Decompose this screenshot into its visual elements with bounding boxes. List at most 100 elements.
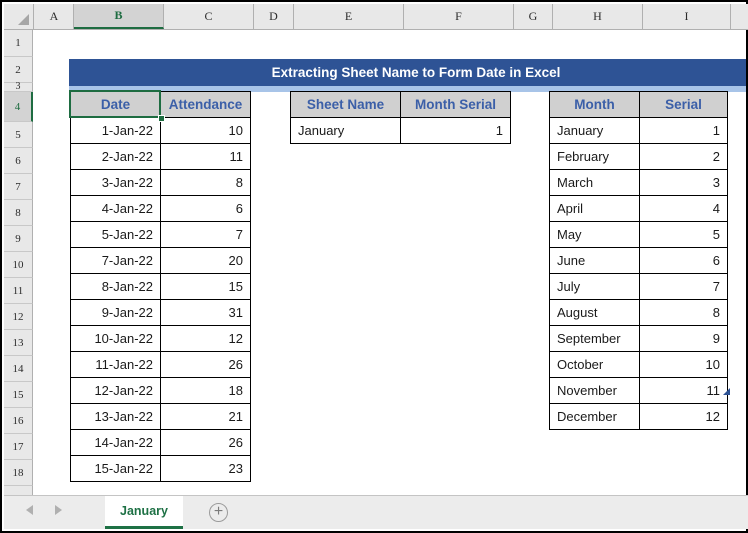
- row-header-11[interactable]: 11: [4, 278, 33, 304]
- row-header-2[interactable]: 2: [4, 57, 33, 83]
- column-header-c[interactable]: C: [164, 4, 254, 29]
- cell-attendance[interactable]: 18: [160, 377, 251, 404]
- header-sheet-name[interactable]: Sheet Name: [290, 91, 401, 118]
- table-row[interactable]: June 6: [549, 247, 728, 274]
- months-lookup-table[interactable]: Month Serial January 1 February 2 March 3 A…: [549, 91, 728, 430]
- column-header-j-partial[interactable]: [731, 4, 748, 29]
- row-header-8[interactable]: 8: [4, 200, 33, 226]
- cell-month[interactable]: November: [549, 377, 640, 404]
- header-month-serial[interactable]: Month Serial: [400, 91, 511, 118]
- header-month[interactable]: Month: [549, 91, 640, 118]
- cell-month[interactable]: September: [549, 325, 640, 352]
- triangle-left-icon[interactable]: [26, 505, 33, 515]
- fill-handle[interactable]: [158, 115, 165, 122]
- cell-date[interactable]: 8-Jan-22: [70, 273, 161, 300]
- cell-month[interactable]: June: [549, 247, 640, 274]
- table-row[interactable]: September 9: [549, 325, 728, 352]
- cell-date[interactable]: 3-Jan-22: [70, 169, 161, 196]
- cell-date[interactable]: 4-Jan-22: [70, 195, 161, 222]
- sheet-tab-january[interactable]: January: [105, 496, 183, 529]
- cell-month[interactable]: October: [549, 351, 640, 378]
- cell-month[interactable]: March: [549, 169, 640, 196]
- row-header-6[interactable]: 6: [4, 148, 33, 174]
- cell-attendance[interactable]: 31: [160, 299, 251, 326]
- cell-date[interactable]: 1-Jan-22: [70, 117, 161, 144]
- cell-month[interactable]: July: [549, 273, 640, 300]
- cell-date[interactable]: 12-Jan-22: [70, 377, 161, 404]
- triangle-right-icon[interactable]: [55, 505, 62, 515]
- table-row[interactable]: January 1: [549, 117, 728, 144]
- cell-serial[interactable]: 10: [639, 351, 728, 378]
- cell-attendance[interactable]: 15: [160, 273, 251, 300]
- table-row[interactable]: February 2: [549, 143, 728, 170]
- cell-date[interactable]: 15-Jan-22: [70, 455, 161, 482]
- cell-month[interactable]: February: [549, 143, 640, 170]
- cell-date[interactable]: 7-Jan-22: [70, 247, 161, 274]
- cell-month[interactable]: April: [549, 195, 640, 222]
- cell-date[interactable]: 5-Jan-22: [70, 221, 161, 248]
- cell-attendance[interactable]: 8: [160, 169, 251, 196]
- table-row[interactable]: 12-Jan-22 18: [70, 377, 251, 404]
- cell-serial[interactable]: 8: [639, 299, 728, 326]
- cell-attendance[interactable]: 26: [160, 351, 251, 378]
- table-row[interactable]: December 12: [549, 403, 728, 430]
- cell-attendance[interactable]: 20: [160, 247, 251, 274]
- cell-serial[interactable]: 12: [639, 403, 728, 430]
- add-sheet-button[interactable]: +: [209, 503, 228, 522]
- column-header-f[interactable]: F: [404, 4, 514, 29]
- row-header-5[interactable]: 5: [4, 122, 33, 148]
- cell-serial[interactable]: 5: [639, 221, 728, 248]
- cell-date[interactable]: 13-Jan-22: [70, 403, 161, 430]
- cell-month[interactable]: December: [549, 403, 640, 430]
- table-row[interactable]: 14-Jan-22 26: [70, 429, 251, 456]
- cell-date[interactable]: 11-Jan-22: [70, 351, 161, 378]
- cell-month[interactable]: January: [549, 117, 640, 144]
- cell-attendance[interactable]: 11: [160, 143, 251, 170]
- cell-attendance[interactable]: 6: [160, 195, 251, 222]
- worksheet-grid[interactable]: Extracting Sheet Name to Form Date in Ex…: [33, 30, 746, 497]
- table-row[interactable]: October 10: [549, 351, 728, 378]
- row-header-16[interactable]: 16: [4, 408, 33, 434]
- header-date[interactable]: Date: [70, 91, 161, 118]
- cell-serial[interactable]: 3: [639, 169, 728, 196]
- cell-date[interactable]: 10-Jan-22: [70, 325, 161, 352]
- table-row[interactable]: 3-Jan-22 8: [70, 169, 251, 196]
- table-row[interactable]: August 8: [549, 299, 728, 326]
- table-row[interactable]: 13-Jan-22 21: [70, 403, 251, 430]
- table-row[interactable]: January 1: [290, 117, 511, 144]
- cell-serial[interactable]: 4: [639, 195, 728, 222]
- cell-serial[interactable]: 1: [639, 117, 728, 144]
- sheetname-table[interactable]: Sheet Name Month Serial January 1: [290, 91, 511, 144]
- table-row[interactable]: May 5: [549, 221, 728, 248]
- attendance-table[interactable]: Date Attendance 1-Jan-22 10 2-Jan-22 11 3-…: [70, 91, 251, 482]
- row-header-18[interactable]: 18: [4, 460, 33, 486]
- select-all-corner[interactable]: [4, 4, 34, 29]
- table-row[interactable]: 4-Jan-22 6: [70, 195, 251, 222]
- cell-serial[interactable]: 9: [639, 325, 728, 352]
- table-row[interactable]: 2-Jan-22 11: [70, 143, 251, 170]
- cell-sheet-name[interactable]: January: [290, 117, 401, 144]
- row-header-7[interactable]: 7: [4, 174, 33, 200]
- column-header-d[interactable]: D: [254, 4, 294, 29]
- row-header-4[interactable]: 4: [4, 92, 33, 122]
- cell-serial[interactable]: 7: [639, 273, 728, 300]
- column-header-a[interactable]: A: [35, 4, 74, 29]
- column-header-g[interactable]: G: [514, 4, 553, 29]
- table-row[interactable]: April 4: [549, 195, 728, 222]
- cell-date[interactable]: 14-Jan-22: [70, 429, 161, 456]
- row-header-10[interactable]: 10: [4, 252, 33, 278]
- cell-serial[interactable]: 6: [639, 247, 728, 274]
- table-row[interactable]: 5-Jan-22 7: [70, 221, 251, 248]
- cell-attendance[interactable]: 10: [160, 117, 251, 144]
- table-row[interactable]: March 3: [549, 169, 728, 196]
- cell-month[interactable]: May: [549, 221, 640, 248]
- row-header-1[interactable]: 1: [4, 30, 33, 57]
- table-row[interactable]: July 7: [549, 273, 728, 300]
- table-row[interactable]: November 11: [549, 377, 728, 404]
- table-row[interactable]: 7-Jan-22 20: [70, 247, 251, 274]
- cell-serial[interactable]: 11: [639, 377, 728, 404]
- row-header-15[interactable]: 15: [4, 382, 33, 408]
- cell-attendance[interactable]: 21: [160, 403, 251, 430]
- cell-attendance[interactable]: 23: [160, 455, 251, 482]
- column-header-b[interactable]: B: [74, 4, 164, 29]
